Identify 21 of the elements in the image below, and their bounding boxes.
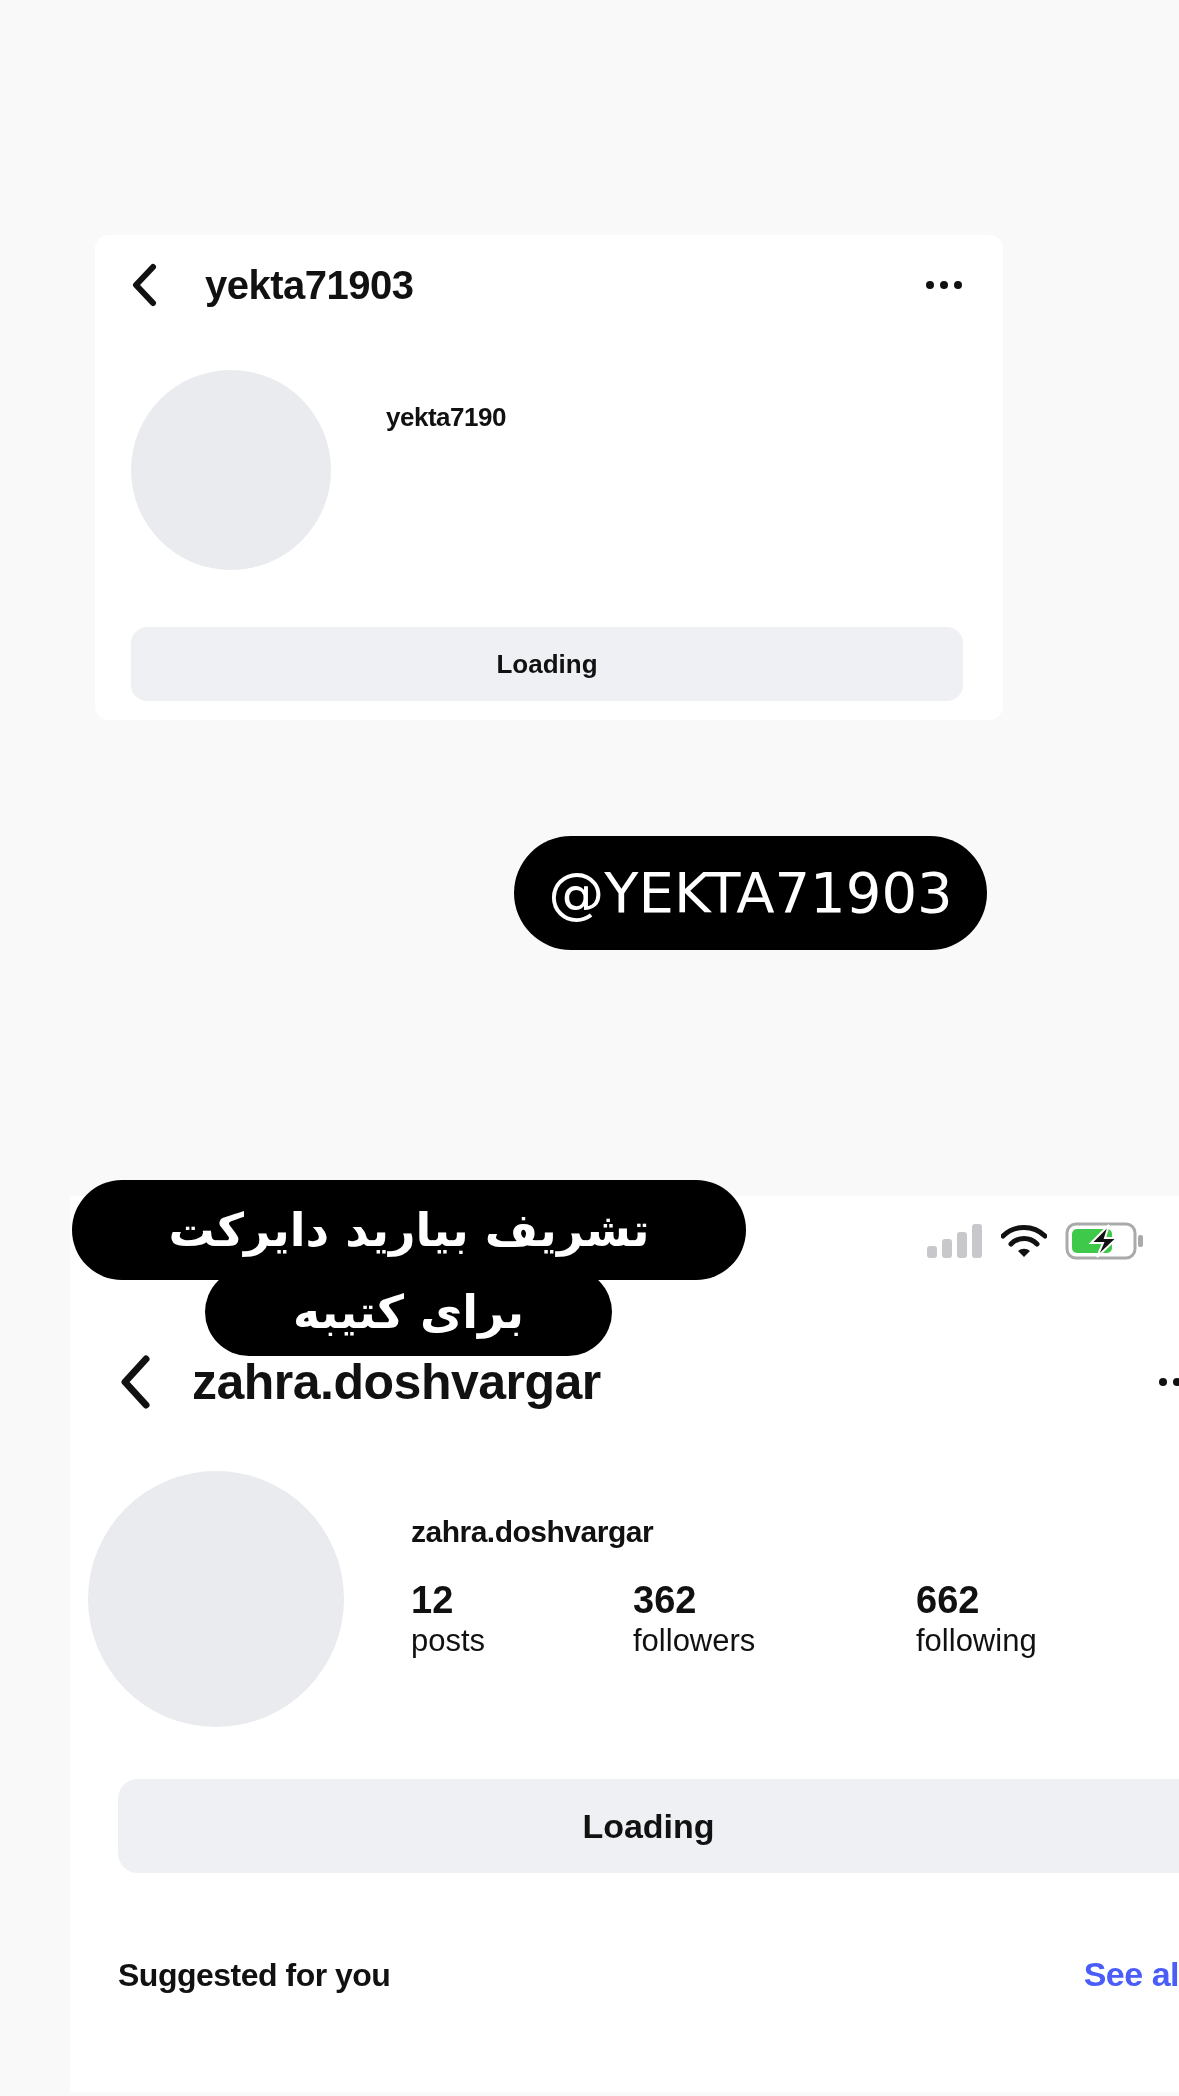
more-icon[interactable] bbox=[925, 280, 963, 290]
stat-count: 12 bbox=[411, 1580, 454, 1622]
stat-count: 662 bbox=[916, 1580, 980, 1622]
username-sticker: @YEKTA71903 bbox=[514, 836, 987, 950]
section-title: Suggested for you bbox=[118, 1955, 391, 1995]
stat-label: posts bbox=[411, 1621, 487, 1659]
profile-title: yekta71903 bbox=[205, 262, 414, 309]
wifi-icon bbox=[1001, 1224, 1047, 1258]
stat-label: followers bbox=[633, 1621, 757, 1659]
loading-button[interactable]: Loading bbox=[131, 627, 963, 701]
stat-label: following bbox=[916, 1621, 1038, 1659]
username: yekta7190 bbox=[386, 401, 506, 430]
back-icon[interactable] bbox=[118, 1354, 152, 1410]
more-icon[interactable] bbox=[1158, 1377, 1179, 1387]
signal-icon bbox=[927, 1224, 983, 1258]
stat-count: 362 bbox=[633, 1580, 697, 1622]
loading-button[interactable]: Loading bbox=[118, 1779, 1179, 1873]
caption-sticker: تشریف بیارید دایرکت bbox=[72, 1180, 746, 1280]
see-all-link[interactable]: See al bbox=[1083, 1949, 1179, 2000]
back-icon[interactable] bbox=[131, 263, 157, 307]
username: zahra.doshvargar bbox=[411, 1514, 655, 1550]
